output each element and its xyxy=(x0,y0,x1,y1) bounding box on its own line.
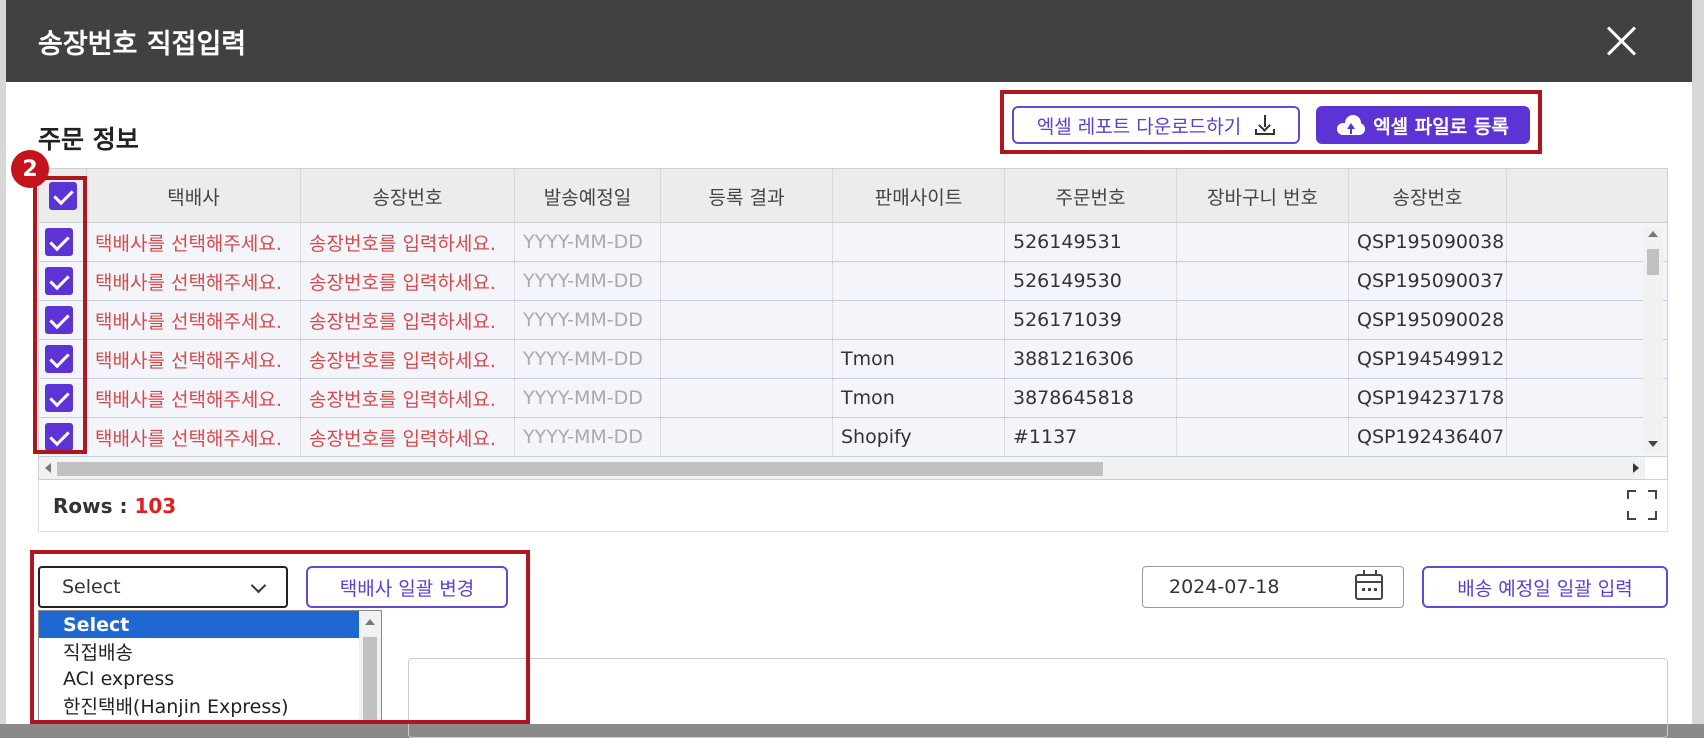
bulk-ship-date-button[interactable]: 배송 예정일 일괄 입력 xyxy=(1422,566,1668,608)
result-cell xyxy=(661,379,833,417)
rows-count-value: 103 xyxy=(134,494,177,518)
order-no-cell: #1137 xyxy=(1005,418,1177,456)
ship-date-cell[interactable]: YYYY-MM-DD xyxy=(515,262,661,300)
ship-date-input[interactable]: 2024-07-18 xyxy=(1142,566,1404,608)
table-row[interactable]: 택배사를 선택해주세요. 송장번호를 입력하세요. YYYY-MM-DD Sho… xyxy=(39,418,1667,457)
upload-excel-button[interactable]: 엑셀 파일로 등록 xyxy=(1316,106,1530,144)
invoice2-cell: QSP192436407 xyxy=(1349,418,1507,456)
download-report-label: 엑셀 레포트 다운로드하기 xyxy=(1036,115,1242,138)
ship-date-cell[interactable]: YYYY-MM-DD xyxy=(515,340,661,378)
col-header-result[interactable]: 등록 결과 xyxy=(661,169,833,223)
site-cell: Tmon xyxy=(833,340,1005,378)
scroll-down-icon[interactable] xyxy=(1648,441,1658,447)
step-badge: 2 xyxy=(11,150,49,188)
highlight-box-carrier-select xyxy=(30,550,530,724)
carrier-cell[interactable]: 택배사를 선택해주세요. xyxy=(87,418,301,456)
orders-grid: 택배사 송장번호 발송예정일 등록 결과 판매사이트 주문번호 장바구니 번호 … xyxy=(38,168,1668,480)
order-no-cell: 526149530 xyxy=(1005,262,1177,300)
carrier-cell[interactable]: 택배사를 선택해주세요. xyxy=(87,379,301,417)
order-no-cell: 526149531 xyxy=(1005,223,1177,261)
col-header-invoice[interactable]: 송장번호 xyxy=(301,169,515,223)
invoice2-cell: QSP195090037 xyxy=(1349,262,1507,300)
ship-date-cell[interactable]: YYYY-MM-DD xyxy=(515,418,661,456)
invoice2-cell: QSP194237178 xyxy=(1349,379,1507,417)
invoice-cell[interactable]: 송장번호를 입력하세요. xyxy=(301,379,515,417)
invoice-cell[interactable]: 송장번호를 입력하세요. xyxy=(301,223,515,261)
modal-title: 송장번호 직접입력 xyxy=(38,29,247,60)
table-row[interactable]: 택배사를 선택해주세요. 송장번호를 입력하세요. YYYY-MM-DD Tmo… xyxy=(39,340,1667,379)
invoice-entry-modal: 송장번호 직접입력 주문 정보 엑셀 레포트 다운로드하기 엑셀 파일로 등록 … xyxy=(6,0,1692,738)
result-cell xyxy=(661,223,833,261)
ship-date-value: 2024-07-18 xyxy=(1169,576,1280,598)
col-header-invoice-2[interactable]: 송장번호 xyxy=(1349,169,1507,223)
scroll-up-icon[interactable] xyxy=(1648,231,1658,237)
cart-no-cell xyxy=(1177,223,1349,261)
rows-count-label: Rows : 103 xyxy=(53,494,176,518)
scroll-right-icon[interactable] xyxy=(1633,463,1639,473)
col-header-ship-date[interactable]: 발송예정일 xyxy=(515,169,661,223)
table-row[interactable]: 택배사를 선택해주세요. 송장번호를 입력하세요. YYYY-MM-DD 526… xyxy=(39,301,1667,340)
cloud-upload-icon xyxy=(1337,115,1366,135)
invoice2-cell: QSP195090028 xyxy=(1349,301,1507,339)
invoice-cell[interactable]: 송장번호를 입력하세요. xyxy=(301,301,515,339)
invoice2-cell: QSP195090038 xyxy=(1349,223,1507,261)
table-row[interactable]: 택배사를 선택해주세요. 송장번호를 입력하세요. YYYY-MM-DD 526… xyxy=(39,223,1667,262)
section-title: 주문 정보 xyxy=(38,125,139,154)
bottom-text-area[interactable] xyxy=(408,658,1668,738)
table-row[interactable]: 택배사를 선택해주세요. 송장번호를 입력하세요. YYYY-MM-DD 526… xyxy=(39,262,1667,301)
ship-date-cell[interactable]: YYYY-MM-DD xyxy=(515,301,661,339)
rows-label-text: Rows : xyxy=(53,494,135,518)
cart-no-cell xyxy=(1177,262,1349,300)
col-header-carrier[interactable]: 택배사 xyxy=(87,169,301,223)
vertical-scroll-thumb[interactable] xyxy=(1647,249,1659,275)
download-icon xyxy=(1255,115,1276,135)
site-cell xyxy=(833,223,1005,261)
carrier-cell[interactable]: 택배사를 선택해주세요. xyxy=(87,223,301,261)
col-header-site[interactable]: 판매사이트 xyxy=(833,169,1005,223)
site-cell: Tmon xyxy=(833,379,1005,417)
invoice-cell[interactable]: 송장번호를 입력하세요. xyxy=(301,262,515,300)
result-cell xyxy=(661,262,833,300)
scroll-left-icon[interactable] xyxy=(45,463,51,473)
site-cell: Shopify xyxy=(833,418,1005,456)
highlight-box-checkboxes xyxy=(33,176,87,454)
invoice2-cell: QSP194549912 xyxy=(1349,340,1507,378)
cart-no-cell xyxy=(1177,418,1349,456)
close-icon[interactable] xyxy=(1606,26,1636,56)
modal-titlebar: 송장번호 직접입력 xyxy=(6,0,1692,82)
cart-no-cell xyxy=(1177,301,1349,339)
carrier-cell[interactable]: 택배사를 선택해주세요. xyxy=(87,340,301,378)
cart-no-cell xyxy=(1177,340,1349,378)
carrier-cell[interactable]: 택배사를 선택해주세요. xyxy=(87,262,301,300)
horizontal-scroll-thumb[interactable] xyxy=(57,462,1103,476)
col-header-cart-no[interactable]: 장바구니 번호 xyxy=(1177,169,1349,223)
download-report-button[interactable]: 엑셀 레포트 다운로드하기 xyxy=(1012,106,1300,144)
grid-horizontal-scrollbar[interactable] xyxy=(39,457,1645,479)
calendar-icon[interactable] xyxy=(1355,570,1383,600)
order-no-cell: 3881216306 xyxy=(1005,340,1177,378)
order-no-cell: 526171039 xyxy=(1005,301,1177,339)
grid-header: 택배사 송장번호 발송예정일 등록 결과 판매사이트 주문번호 장바구니 번호 … xyxy=(39,169,1667,223)
col-header-order-no[interactable]: 주문번호 xyxy=(1005,169,1177,223)
grid-footer: Rows : 103 xyxy=(38,480,1668,532)
grid-vertical-scrollbar[interactable] xyxy=(1643,227,1663,453)
bulk-ship-date-label: 배송 예정일 일괄 입력 xyxy=(1457,577,1633,600)
ship-date-cell[interactable]: YYYY-MM-DD xyxy=(515,223,661,261)
order-no-cell: 3878645818 xyxy=(1005,379,1177,417)
carrier-cell[interactable]: 택배사를 선택해주세요. xyxy=(87,301,301,339)
site-cell xyxy=(833,301,1005,339)
invoice-cell[interactable]: 송장번호를 입력하세요. xyxy=(301,340,515,378)
result-cell xyxy=(661,340,833,378)
upload-excel-label: 엑셀 파일로 등록 xyxy=(1373,115,1509,138)
ship-date-cell[interactable]: YYYY-MM-DD xyxy=(515,379,661,417)
result-cell xyxy=(661,418,833,456)
result-cell xyxy=(661,301,833,339)
fullscreen-icon[interactable] xyxy=(1627,490,1657,520)
table-row[interactable]: 택배사를 선택해주세요. 송장번호를 입력하세요. YYYY-MM-DD Tmo… xyxy=(39,379,1667,418)
invoice-cell[interactable]: 송장번호를 입력하세요. xyxy=(301,418,515,456)
site-cell xyxy=(833,262,1005,300)
cart-no-cell xyxy=(1177,379,1349,417)
